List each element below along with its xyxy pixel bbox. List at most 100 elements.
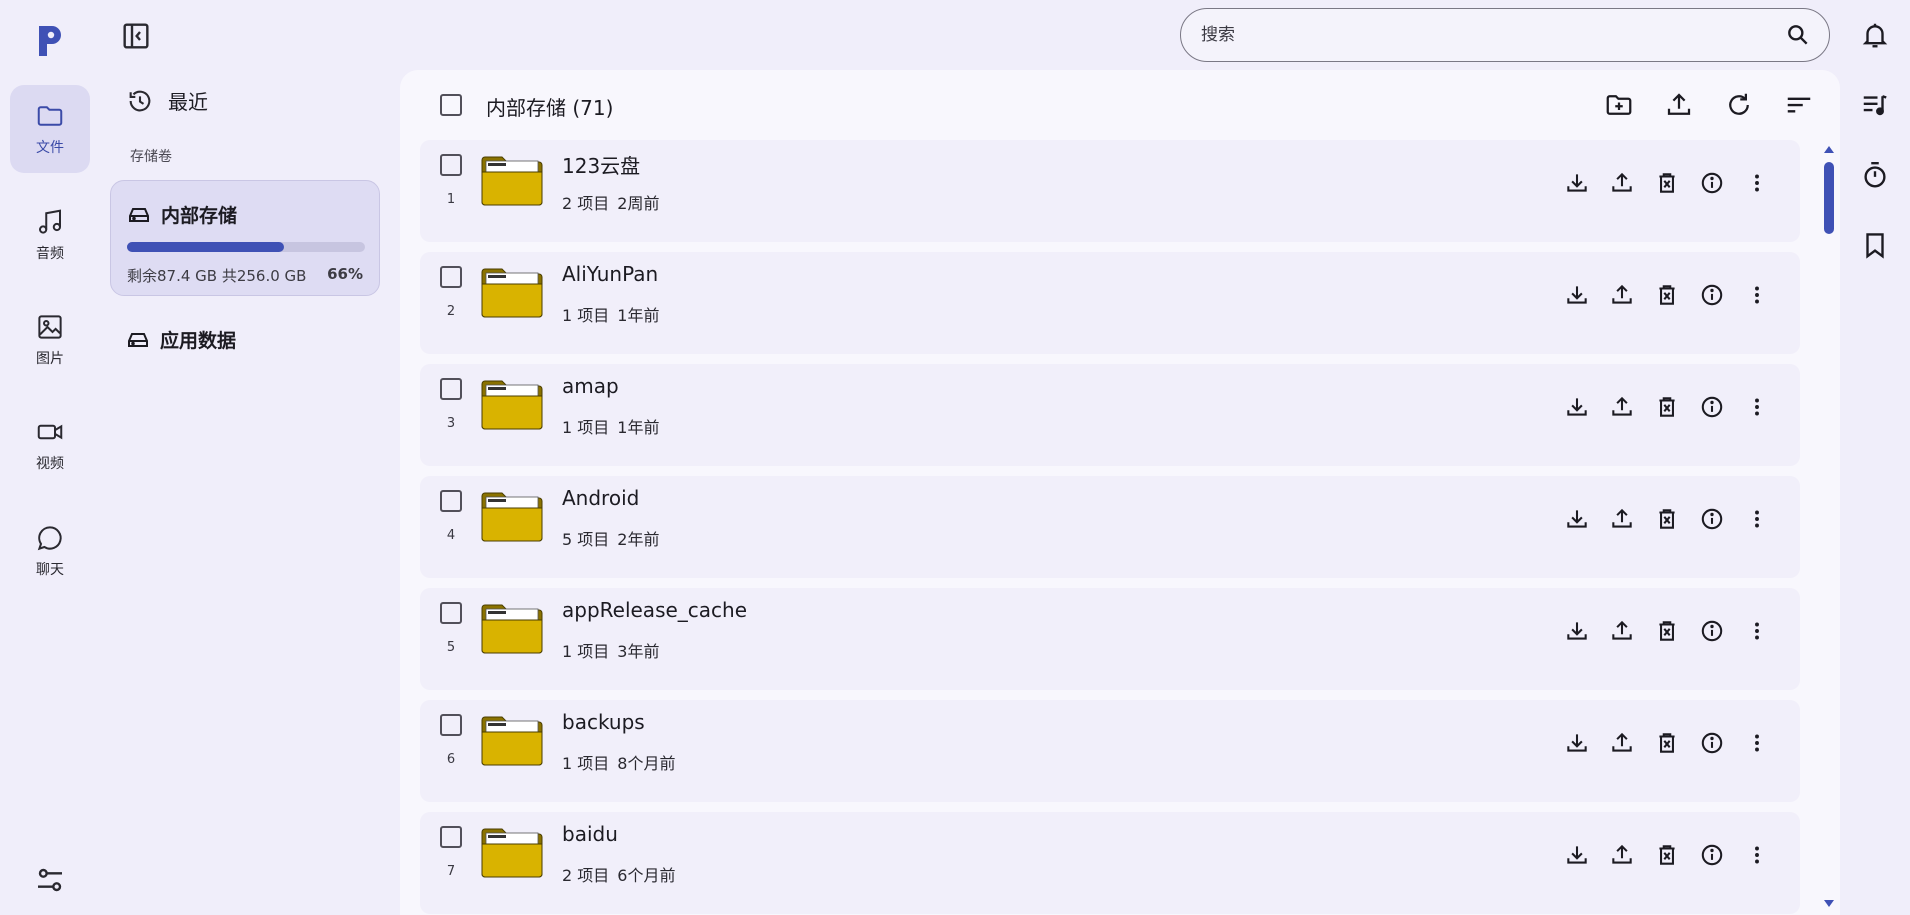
download-icon[interactable] [1564, 170, 1590, 196]
refresh-icon[interactable] [1724, 90, 1754, 120]
upload-icon[interactable] [1609, 170, 1635, 196]
sidebar-item-app-data[interactable]: 应用数据 [126, 326, 236, 353]
upload-icon[interactable] [1609, 282, 1635, 308]
upload-icon[interactable] [1609, 394, 1635, 420]
file-row[interactable]: 3 amap 1 项目 1年前 [420, 364, 1800, 466]
row-actions [1545, 618, 1770, 644]
delete-icon[interactable] [1654, 730, 1680, 756]
file-row[interactable]: 5 appRelease_cache 1 项目 3年前 [420, 588, 1800, 690]
scroll-up-arrow[interactable] [1824, 146, 1834, 153]
download-icon[interactable] [1564, 842, 1590, 868]
download-icon[interactable] [1564, 618, 1590, 644]
file-item-count: 1 项目 [562, 754, 610, 773]
info-icon[interactable] [1699, 282, 1725, 308]
sidebar-item-label: 最近 [168, 90, 208, 114]
file-name: baidu [562, 822, 618, 846]
file-modified-age: 6个月前 [617, 866, 676, 885]
scroll-down-arrow[interactable] [1824, 900, 1834, 907]
scrollbar[interactable] [1822, 146, 1836, 909]
info-icon[interactable] [1699, 394, 1725, 420]
row-index: 4 [446, 528, 456, 543]
more-vert-icon[interactable] [1744, 842, 1770, 868]
sidebar-toggle-icon[interactable] [120, 20, 152, 52]
app-logo-icon [39, 26, 61, 56]
upload-icon[interactable] [1609, 506, 1635, 532]
file-modified-age: 8个月前 [617, 754, 676, 773]
delete-icon[interactable] [1654, 394, 1680, 420]
nav-item-label: 图片 [36, 351, 64, 367]
download-icon[interactable] [1564, 730, 1590, 756]
row-checkbox[interactable] [440, 154, 462, 176]
download-icon[interactable] [1564, 282, 1590, 308]
file-row[interactable]: 1 123云盘 2 项目 2周前 [420, 140, 1800, 242]
image-icon [38, 315, 62, 339]
folder-icon [481, 828, 543, 878]
file-modified-age: 2周前 [617, 194, 660, 213]
info-icon[interactable] [1699, 730, 1725, 756]
folder-icon [481, 268, 543, 318]
row-checkbox[interactable] [440, 378, 462, 400]
delete-icon[interactable] [1654, 842, 1680, 868]
more-vert-icon[interactable] [1744, 282, 1770, 308]
sidebar-item-recent[interactable]: 最近 [126, 86, 208, 115]
file-item-count: 2 项目 [562, 194, 610, 213]
notification-bell-icon[interactable] [1860, 20, 1890, 50]
nav-item-files[interactable]: 文件 [10, 85, 90, 173]
upload-icon[interactable] [1664, 90, 1694, 120]
file-row[interactable]: 4 Android 5 项目 2年前 [420, 476, 1800, 578]
row-checkbox[interactable] [440, 826, 462, 848]
more-vert-icon[interactable] [1744, 730, 1770, 756]
delete-icon[interactable] [1654, 282, 1680, 308]
row-index: 3 [446, 416, 456, 431]
file-row[interactable]: 6 backups 1 项目 8个月前 [420, 700, 1800, 802]
delete-icon[interactable] [1654, 170, 1680, 196]
sort-icon[interactable] [1784, 90, 1814, 120]
new-folder-icon[interactable] [1604, 90, 1634, 120]
more-vert-icon[interactable] [1744, 170, 1770, 196]
search-input[interactable] [1201, 25, 1785, 45]
scroll-thumb[interactable] [1824, 162, 1834, 234]
download-icon[interactable] [1564, 394, 1590, 420]
nav-item-videos[interactable]: 视频 [10, 401, 90, 489]
info-icon[interactable] [1699, 842, 1725, 868]
upload-icon[interactable] [1609, 842, 1635, 868]
nav-item-images[interactable]: 图片 [10, 296, 90, 384]
tune-settings-icon[interactable] [34, 864, 66, 896]
file-meta: 1 项目 3年前 [562, 638, 659, 662]
info-icon[interactable] [1699, 170, 1725, 196]
timer-icon[interactable] [1860, 160, 1890, 190]
file-name: 123云盘 [562, 154, 641, 178]
file-row[interactable]: 2 AliYunPan 1 项目 1年前 [420, 252, 1800, 354]
file-item-count: 1 项目 [562, 642, 610, 661]
row-checkbox[interactable] [440, 602, 462, 624]
file-meta: 1 项目 1年前 [562, 414, 659, 438]
delete-icon[interactable] [1654, 506, 1680, 532]
video-camera-icon [37, 424, 63, 440]
download-icon[interactable] [1564, 506, 1590, 532]
info-icon[interactable] [1699, 506, 1725, 532]
more-vert-icon[interactable] [1744, 506, 1770, 532]
file-row[interactable]: 7 baidu 2 项目 6个月前 [420, 812, 1800, 914]
file-modified-age: 1年前 [617, 306, 660, 325]
upload-icon[interactable] [1609, 618, 1635, 644]
nav-item-audio[interactable]: 音频 [10, 191, 90, 279]
row-index: 6 [446, 752, 456, 767]
search-icon[interactable] [1785, 22, 1811, 48]
delete-icon[interactable] [1654, 618, 1680, 644]
row-checkbox[interactable] [440, 266, 462, 288]
more-vert-icon[interactable] [1744, 618, 1770, 644]
row-actions [1545, 170, 1770, 196]
select-all-checkbox[interactable] [440, 94, 462, 116]
info-icon[interactable] [1699, 618, 1725, 644]
row-index: 7 [446, 864, 456, 879]
playlist-icon[interactable] [1860, 90, 1890, 120]
upload-icon[interactable] [1609, 730, 1635, 756]
file-meta: 5 项目 2年前 [562, 526, 659, 550]
row-checkbox[interactable] [440, 714, 462, 736]
folder-icon [481, 604, 543, 654]
row-checkbox[interactable] [440, 490, 462, 512]
bookmark-icon[interactable] [1860, 230, 1890, 260]
more-vert-icon[interactable] [1744, 394, 1770, 420]
nav-item-chat[interactable]: 聊天 [10, 507, 90, 595]
storage-card-internal[interactable]: 内部存储 剩余87.4 GB 共256.0 GB 66% [110, 180, 380, 296]
